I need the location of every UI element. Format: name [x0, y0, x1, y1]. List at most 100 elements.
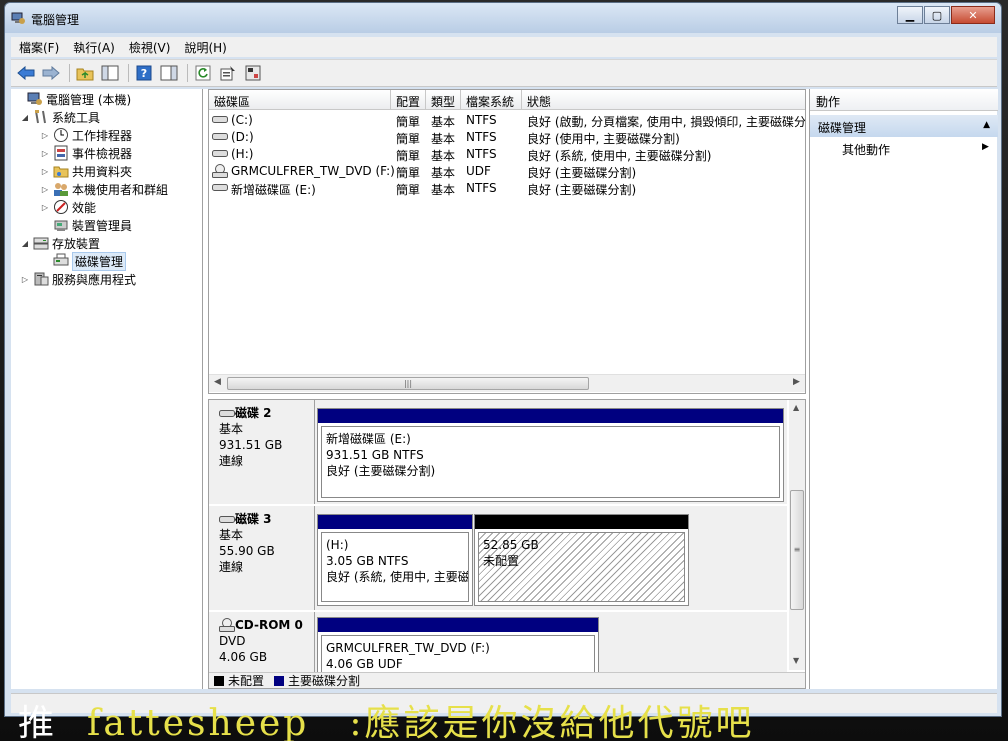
- tree-item-device-manager[interactable]: 裝置管理員: [39, 216, 132, 234]
- disk-size: 55.90 GB: [219, 544, 275, 558]
- computer-management-icon: [11, 12, 25, 24]
- device-manager-icon: [54, 220, 68, 231]
- tree-label: 系統工具: [52, 110, 101, 125]
- collapse-up-icon[interactable]: ▲: [983, 120, 990, 130]
- expand-arrow-icon[interactable]: ▷: [39, 185, 51, 194]
- expand-arrow-icon[interactable]: ▷: [39, 167, 51, 176]
- partition-e[interactable]: 新增磁碟區 (E:) 931.51 GB NTFS 良好 (主要磁碟分割): [317, 408, 784, 502]
- partition-size: 4.06 GB UDF: [326, 657, 403, 671]
- table-row[interactable]: (C:) 簡單 基本 NTFS 良好 (啟動, 分頁檔案, 使用中, 損毀傾印,…: [209, 112, 805, 129]
- tree-item-services[interactable]: ▷ 服務與應用程式: [19, 270, 136, 288]
- vertical-scroll-thumb[interactable]: ≡: [790, 490, 804, 610]
- vertical-scrollbar[interactable]: ▲ ≡ ▼: [789, 400, 805, 670]
- column-header-filesystem[interactable]: 檔案系統: [466, 93, 514, 110]
- more-actions-item[interactable]: 其他動作 ▶: [842, 141, 989, 158]
- tree-item-shared-folders[interactable]: ▷ 共用資料夾: [39, 162, 132, 180]
- content-area: 電腦管理 (本機) ◢ 系統工具 ▷ 工作排程器 ▷ 事件檢視器 ▷ 共用資料夾: [11, 89, 998, 689]
- column-header-type[interactable]: 類型: [431, 93, 455, 110]
- maximize-button[interactable]: ▢: [924, 6, 950, 24]
- table-row[interactable]: (D:) 簡單 基本 NTFS 良好 (使用中, 主要磁碟分割): [209, 129, 805, 146]
- scroll-up-arrow-icon[interactable]: ▲: [793, 403, 799, 412]
- partition-f[interactable]: GRMCULFRER_TW_DVD (F:) 4.06 GB UDF: [317, 617, 599, 677]
- disk-icon: [219, 410, 235, 417]
- volume-layout: 簡單: [396, 115, 421, 129]
- disk-size: 931.51 GB: [219, 438, 283, 452]
- toolbar: ?: [11, 59, 997, 87]
- volume-list: 磁碟區 配置 類型 檔案系統 狀態 (C:) 簡單 基本 NTFS 良好 (啟動…: [208, 89, 806, 394]
- title-bar: 電腦管理 ▁ ▢ ✕: [5, 3, 1001, 33]
- column-header-status[interactable]: 狀態: [527, 93, 551, 110]
- minimize-button[interactable]: ▁: [897, 6, 923, 24]
- disk-row-cdrom0[interactable]: CD-ROM 0 DVD 4.06 GB GRMCULFRER_TW_DVD (…: [209, 612, 787, 677]
- volume-list-header: 磁碟區 配置 類型 檔案系統 狀態: [209, 90, 805, 110]
- show-hide-tree-icon[interactable]: [99, 62, 121, 84]
- menu-action[interactable]: 執行(A): [73, 39, 115, 56]
- reply-message: :應該是你沒給他代號吧: [349, 703, 755, 741]
- partition-h[interactable]: (H:) 3.05 GB NTFS 良好 (系統, 使用中, 主要磁碟分割): [317, 514, 473, 606]
- expand-arrow-icon[interactable]: ▷: [19, 275, 31, 284]
- disk-info: 磁碟 3 基本 55.90 GB 連線: [209, 506, 315, 610]
- tree-item-performance[interactable]: ▷ 效能: [39, 198, 96, 216]
- horizontal-scroll-thumb[interactable]: |||: [227, 377, 589, 390]
- tree-label: 效能: [72, 200, 97, 215]
- tree-item-task-scheduler[interactable]: ▷ 工作排程器: [39, 126, 132, 144]
- menu-view[interactable]: 檢視(V): [129, 39, 171, 56]
- volume-layout: 簡單: [396, 149, 421, 163]
- disk-size: 4.06 GB: [219, 650, 268, 664]
- menu-help[interactable]: 說明(H): [184, 39, 226, 56]
- unallocated-space[interactable]: 52.85 GB 未配置: [474, 514, 689, 606]
- help-icon[interactable]: ?: [133, 62, 155, 84]
- scroll-down-arrow-icon[interactable]: ▼: [793, 656, 799, 665]
- partition-status: 良好 (系統, 使用中, 主要磁碟分割): [326, 570, 469, 584]
- tree-item-system-tools[interactable]: ◢ 系統工具: [19, 108, 100, 126]
- tree-item-disk-management[interactable]: 磁碟管理: [39, 251, 127, 271]
- volume-type: 基本: [431, 166, 456, 180]
- table-row[interactable]: GRMCULFRER_TW_DVD (F:) 簡單 基本 UDF 良好 (主要磁…: [209, 163, 805, 180]
- disk-kind: 基本: [219, 422, 244, 436]
- horizontal-scrollbar[interactable]: ◀ ||| ▶: [209, 374, 805, 392]
- menu-file[interactable]: 檔案(F): [19, 39, 59, 56]
- tree-item-local-users[interactable]: ▷ 本機使用者和群組: [39, 180, 168, 198]
- volume-status: 良好 (啟動, 分頁檔案, 使用中, 損毀傾印, 主要磁碟分割): [527, 115, 806, 129]
- disk-row-disk3[interactable]: 磁碟 3 基本 55.90 GB 連線 (H:) 3.05 GB NTFS 良好…: [209, 506, 787, 610]
- up-folder-icon[interactable]: [74, 62, 96, 84]
- tree-item-root[interactable]: 電腦管理 (本機): [13, 90, 131, 108]
- primary-partition-bar: [318, 618, 598, 632]
- partition-details: 52.85 GB 未配置: [478, 532, 685, 602]
- partition-name: GRMCULFRER_TW_DVD (F:): [326, 641, 490, 655]
- back-icon[interactable]: [15, 62, 37, 84]
- volume-name: (C:): [231, 113, 253, 127]
- disk-settings-icon[interactable]: [242, 62, 264, 84]
- drive-icon: [212, 130, 228, 144]
- legend-primary: 主要磁碟分割: [288, 674, 361, 688]
- volume-layout: 簡單: [396, 183, 421, 197]
- drive-icon: [212, 147, 228, 161]
- disk-kind: DVD: [219, 634, 246, 648]
- tree-item-storage[interactable]: ◢ 存放裝置: [19, 234, 100, 252]
- expanded-arrow-icon[interactable]: ◢: [19, 113, 31, 122]
- volume-status: 良好 (主要磁碟分割): [527, 166, 637, 180]
- disk-row-disk2[interactable]: 磁碟 2 基本 931.51 GB 連線 新增磁碟區 (E:) 931.51 G…: [209, 400, 787, 504]
- scroll-right-arrow-icon[interactable]: ▶: [793, 377, 800, 387]
- column-header-volume[interactable]: 磁碟區: [214, 93, 250, 110]
- expand-arrow-icon[interactable]: ▷: [39, 203, 51, 212]
- scroll-left-arrow-icon[interactable]: ◀: [214, 377, 221, 387]
- tree-item-event-viewer[interactable]: ▷ 事件檢視器: [39, 144, 132, 162]
- table-row[interactable]: 新增磁碟區 (E:) 簡單 基本 NTFS 良好 (主要磁碟分割): [209, 180, 805, 197]
- toolbar-separator: [187, 64, 188, 82]
- disk-state: 連線: [219, 454, 244, 468]
- expand-arrow-icon[interactable]: ▷: [39, 149, 51, 158]
- unallocated-status: 未配置: [483, 554, 520, 568]
- expand-arrow-icon[interactable]: ▷: [39, 131, 51, 140]
- refresh-icon[interactable]: [192, 62, 214, 84]
- column-header-layout[interactable]: 配置: [396, 93, 420, 110]
- forward-icon[interactable]: [40, 62, 62, 84]
- properties-icon[interactable]: [217, 62, 239, 84]
- actions-section-disk-management[interactable]: 磁碟管理 ▲: [810, 115, 998, 137]
- expanded-arrow-icon[interactable]: ◢: [19, 239, 31, 248]
- table-row[interactable]: (H:) 簡單 基本 NTFS 良好 (系統, 使用中, 主要磁碟分割): [209, 146, 805, 163]
- close-button[interactable]: ✕: [951, 6, 995, 24]
- toolbar-separator: [128, 64, 129, 82]
- tree-label: 服務與應用程式: [52, 272, 137, 287]
- show-hide-action-pane-icon[interactable]: [158, 62, 180, 84]
